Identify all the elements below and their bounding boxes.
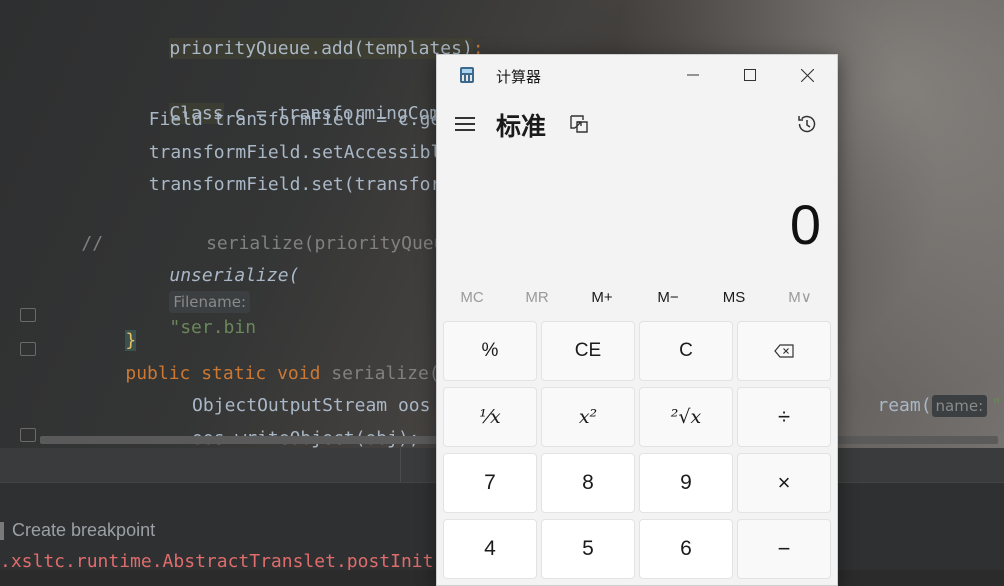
reciprocal-button[interactable]: ¹⁄x — [443, 387, 537, 447]
memory-clear-button[interactable]: MC — [439, 283, 505, 313]
key-label: 9 — [680, 471, 692, 494]
key-label: 6 — [680, 537, 692, 560]
multiply-button[interactable]: × — [737, 453, 831, 513]
divide-button[interactable]: ÷ — [737, 387, 831, 447]
title-bar[interactable]: 计算器 — [437, 55, 837, 95]
stack-trace-line[interactable]: .xsltc.runtime.AbstractTranslet.postInit — [0, 548, 433, 570]
digit-9-button[interactable]: 9 — [639, 453, 733, 513]
comment-marker: // — [81, 233, 104, 254]
code-line[interactable]: // serialize(priorityQueue); — [38, 205, 477, 254]
menu-icon[interactable] — [455, 117, 475, 133]
code-text: ream( — [877, 395, 932, 416]
key-label: ¹⁄x — [479, 406, 501, 428]
code-text: unserialize( — [169, 265, 300, 286]
close-icon — [800, 68, 814, 82]
code-line-right-fragment[interactable]: ream(name:"ser. — [834, 367, 1004, 417]
memory-row: MC MR M+ M− MS M∨ — [437, 283, 837, 313]
memory-list-button[interactable]: M∨ — [767, 283, 833, 313]
code-text: priorityQueue.add(templates) — [169, 38, 473, 59]
memory-recall-button[interactable]: MR — [504, 283, 570, 313]
memory-store-button[interactable]: MS — [701, 283, 767, 313]
clear-button[interactable]: C — [639, 321, 733, 381]
code-line[interactable]: unserialize( Filename: "ser.bin — [126, 237, 299, 338]
memory-add-button[interactable]: M+ — [569, 283, 635, 313]
square-button[interactable]: x² — [541, 387, 635, 447]
param-hint: Filename: — [169, 291, 251, 313]
code-line[interactable]: transformField.setAccessible — [62, 140, 452, 166]
code-line[interactable]: } — [82, 302, 137, 351]
mode-title: 标准 — [496, 113, 547, 141]
key-label: C — [679, 340, 693, 361]
key-label: CE — [574, 340, 602, 361]
key-label: 7 — [484, 471, 496, 494]
percent-button[interactable]: % — [443, 321, 537, 381]
key-label: × — [777, 470, 791, 495]
calculator-app-icon — [460, 67, 474, 83]
code-line[interactable]: oos.writeObject(obj); — [62, 400, 420, 449]
fold-marker-icon[interactable] — [20, 308, 36, 322]
digit-7-button[interactable]: 7 — [443, 453, 537, 513]
fold-marker-icon[interactable] — [20, 342, 36, 356]
clear-entry-button[interactable]: CE — [541, 321, 635, 381]
key-label: 5 — [582, 537, 594, 560]
key-label: ÷ — [777, 404, 791, 429]
digit-8-button[interactable]: 8 — [541, 453, 635, 513]
code-line[interactable]: transformField.set(transformi — [62, 172, 463, 198]
key-label: 8 — [582, 471, 594, 494]
close-button[interactable] — [787, 61, 827, 89]
code-line[interactable]: public static void serialize(Obj — [82, 335, 472, 384]
calculator-header: 标准 — [437, 105, 837, 145]
create-breakpoint-row[interactable]: Create breakpoint — [0, 516, 155, 544]
fold-marker-icon[interactable] — [20, 428, 36, 442]
code-line[interactable]: Class c = transformingCompara — [126, 75, 484, 124]
memory-subtract-button[interactable]: M− — [635, 283, 701, 313]
code-line[interactable]: priorityQueue.add(templates); — [82, 10, 484, 59]
breakpoint-label: Create breakpoint — [12, 520, 156, 540]
digit-4-button[interactable]: 4 — [443, 519, 537, 579]
backspace-button[interactable] — [737, 321, 831, 381]
key-label: 4 — [484, 537, 496, 560]
digit-5-button[interactable]: 5 — [541, 519, 635, 579]
key-label: % — [481, 340, 499, 361]
history-icon[interactable] — [795, 112, 819, 136]
backspace-icon — [774, 344, 794, 358]
maximize-icon — [744, 69, 756, 81]
string-literal: "ser. — [991, 395, 1004, 416]
param-hint: name: — [931, 395, 988, 417]
result-display: 0 — [789, 193, 821, 256]
calculator-window: 计算器 标准 0 MC MR M+ M− MS M∨ % CE C ¹⁄x x²… — [436, 54, 838, 586]
minimize-icon — [687, 74, 699, 76]
digit-6-button[interactable]: 6 — [639, 519, 733, 579]
maximize-button[interactable] — [730, 61, 770, 89]
window-title: 计算器 — [496, 69, 542, 86]
breakpoint-icon — [0, 522, 4, 541]
key-label: x² — [578, 406, 598, 428]
key-label: ²√x — [670, 406, 702, 428]
code-line[interactable]: Field transformField = c.getD — [62, 107, 463, 133]
keep-on-top-icon[interactable] — [567, 112, 591, 136]
code-line[interactable]: ObjectOutputStream oos = new — [62, 367, 495, 416]
editor-gutter — [0, 0, 40, 450]
minimize-button[interactable] — [673, 61, 713, 89]
square-root-button[interactable]: ²√x — [639, 387, 733, 447]
minus-button[interactable]: − — [737, 519, 831, 579]
tab-separator — [400, 448, 401, 482]
key-label: − — [777, 536, 791, 561]
